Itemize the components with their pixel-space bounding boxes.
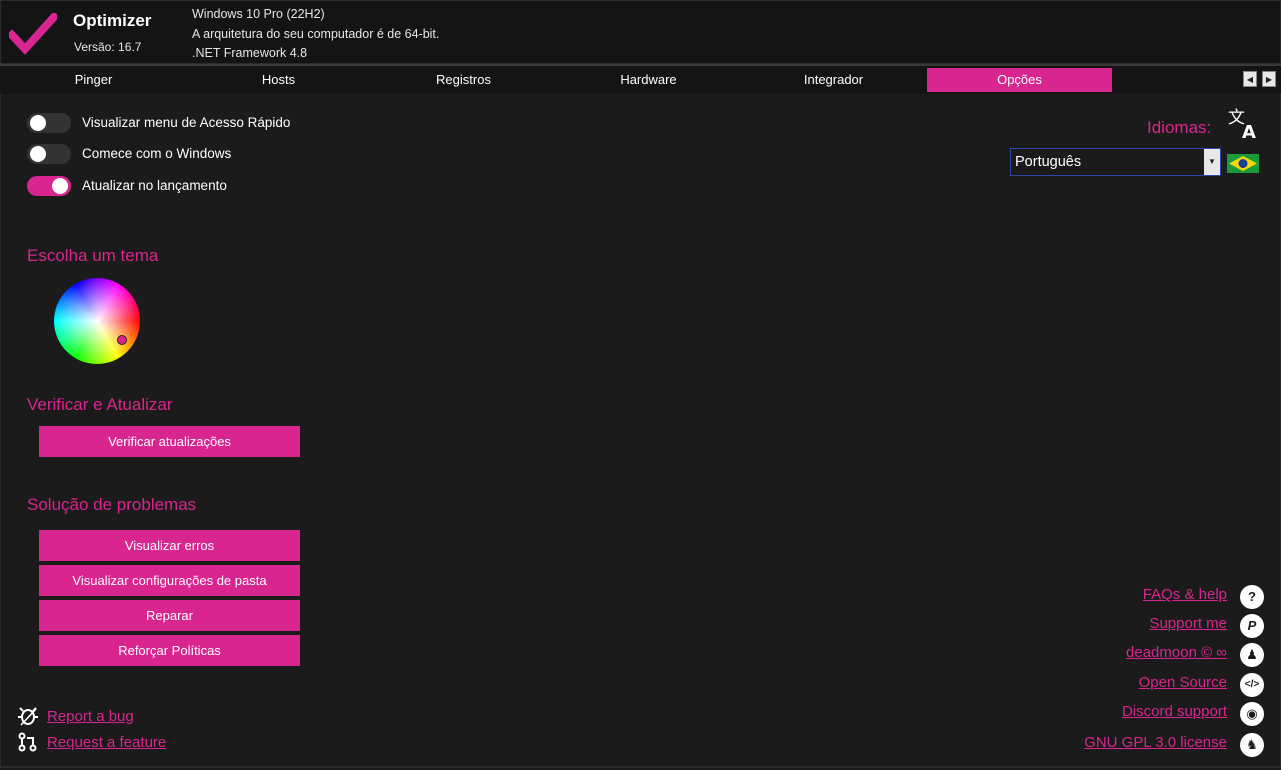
tab-hardware[interactable]: Hardware bbox=[556, 68, 741, 92]
chevron-down-icon[interactable]: ▼ bbox=[1204, 149, 1220, 175]
faq-help-link[interactable]: FAQs & help bbox=[1143, 586, 1227, 603]
checkmark-icon bbox=[9, 13, 57, 55]
toggle-label: Comece com o Windows bbox=[82, 146, 232, 161]
discord-icon[interactable]: ◉ bbox=[1240, 702, 1264, 726]
open-source-link[interactable]: Open Source bbox=[1139, 674, 1227, 691]
start-with-windows-toggle[interactable] bbox=[27, 144, 71, 164]
tab-scroll-left-icon[interactable]: ◀ bbox=[1243, 71, 1257, 87]
brazil-flag-icon bbox=[1227, 154, 1259, 173]
gpl-license-link[interactable]: GNU GPL 3.0 license bbox=[1084, 734, 1227, 751]
tab-pinger[interactable]: Pinger bbox=[1, 68, 186, 92]
pull-request-icon bbox=[18, 732, 37, 752]
report-bug-link[interactable]: Report a bug bbox=[47, 708, 134, 725]
github-icon[interactable]: ♟ bbox=[1240, 643, 1264, 667]
troubleshoot-title: Solução de problemas bbox=[27, 495, 197, 514]
check-updates-button[interactable]: Verificar atualizações bbox=[39, 426, 300, 457]
language-select[interactable]: Português ▼ bbox=[1010, 148, 1221, 176]
app-header: Optimizer Versão: 16.7 Windows 10 Pro (2… bbox=[0, 0, 1281, 64]
app-title: Optimizer bbox=[73, 11, 152, 30]
arch-info: A arquitetura do seu computador é de 64-… bbox=[192, 27, 440, 41]
repair-button[interactable]: Reparar bbox=[39, 600, 300, 631]
tab-bar: Pinger Hosts Registros Hardware Integrad… bbox=[0, 64, 1281, 94]
deadmoon-link[interactable]: deadmoon © ∞ bbox=[1126, 644, 1227, 661]
paypal-icon[interactable]: P bbox=[1240, 614, 1264, 638]
tab-integrador[interactable]: Integrador bbox=[741, 68, 926, 92]
theme-title: Escolha um tema bbox=[27, 246, 159, 265]
app-version: Versão: 16.7 bbox=[74, 40, 142, 54]
quick-access-toggle[interactable] bbox=[27, 113, 71, 133]
bug-icon bbox=[18, 707, 38, 726]
framework-info: .NET Framework 4.8 bbox=[192, 46, 308, 60]
toggle-label: Atualizar no lançamento bbox=[82, 178, 227, 193]
request-feature-link[interactable]: Request a feature bbox=[47, 734, 166, 751]
translate-icon: 文 A bbox=[1228, 108, 1256, 140]
gnu-icon[interactable]: ♞ bbox=[1240, 733, 1264, 757]
update-on-launch-toggle[interactable] bbox=[27, 176, 71, 196]
code-icon[interactable]: </> bbox=[1240, 673, 1264, 697]
view-errors-button[interactable]: Visualizar erros bbox=[39, 530, 300, 561]
toggle-label: Visualizar menu de Acesso Rápido bbox=[82, 115, 291, 130]
tab-scroll-right-icon[interactable]: ▶ bbox=[1262, 71, 1276, 87]
enforce-policies-button[interactable]: Reforçar Políticas bbox=[39, 635, 300, 666]
language-label: Idiomas: bbox=[1147, 118, 1212, 137]
svg-text:A: A bbox=[1242, 122, 1256, 140]
os-info: Windows 10 Pro (22H2) bbox=[192, 7, 325, 21]
options-panel: Visualizar menu de Acesso Rápido Comece … bbox=[0, 94, 1281, 768]
tab-registros[interactable]: Registros bbox=[371, 68, 556, 92]
view-folder-settings-button[interactable]: Visualizar configurações de pasta bbox=[39, 565, 300, 596]
discord-support-link[interactable]: Discord support bbox=[1122, 703, 1227, 720]
tab-opcoes[interactable]: Opções bbox=[927, 68, 1112, 92]
tab-hosts[interactable]: Hosts bbox=[186, 68, 371, 92]
update-title: Verificar e Atualizar bbox=[27, 395, 173, 414]
language-selected-value: Português bbox=[1015, 154, 1082, 170]
color-wheel-marker[interactable] bbox=[117, 335, 127, 345]
color-wheel[interactable] bbox=[54, 278, 140, 364]
question-icon[interactable]: ? bbox=[1240, 585, 1264, 609]
support-me-link[interactable]: Support me bbox=[1149, 615, 1227, 632]
